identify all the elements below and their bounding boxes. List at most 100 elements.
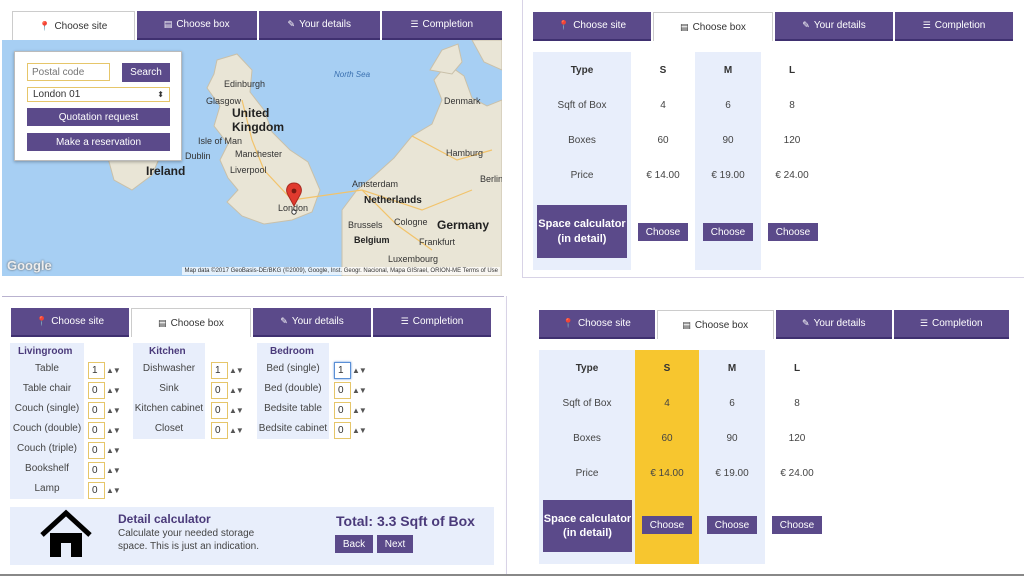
- size-sqft: 8: [794, 398, 800, 409]
- type-header: Type: [575, 363, 599, 374]
- size-boxes: 90: [726, 433, 738, 444]
- choose-box-selected-panel: 📍 Choose site ▤ Choose box ✎ Your details ☰…: [506, 296, 1024, 576]
- quantity-stepper-icon[interactable]: ▲▼: [352, 366, 367, 375]
- tab-choose-site[interactable]: 📍 Choose site: [539, 310, 655, 339]
- quantity-stepper-icon[interactable]: ▲▼: [106, 466, 121, 475]
- row-label: Boxes: [568, 135, 596, 146]
- total-sqft: Total: 3.3 Sqft of Box: [336, 513, 475, 529]
- quantity-input[interactable]: [334, 382, 351, 399]
- choose-m-button[interactable]: Choose: [703, 223, 753, 241]
- quantity-stepper-icon[interactable]: ▲▼: [106, 406, 121, 415]
- quantity-input[interactable]: [334, 422, 351, 439]
- item-label: Couch (triple): [16, 443, 78, 454]
- quantity-input[interactable]: [88, 382, 105, 399]
- quantity-input[interactable]: [88, 362, 105, 379]
- quantity-stepper-icon[interactable]: ▲▼: [229, 406, 244, 415]
- search-button[interactable]: Search: [122, 63, 170, 82]
- tab-choose-site[interactable]: 📍 Choose site: [11, 308, 129, 337]
- location-select[interactable]: London 01 ⬍: [27, 87, 170, 102]
- kitchen-title: Kitchen: [149, 346, 186, 357]
- quantity-stepper-icon[interactable]: ▲▼: [106, 446, 121, 455]
- tab-your-details[interactable]: ✎ Your details: [776, 310, 892, 339]
- map-label: Luxembourg: [388, 254, 439, 264]
- tab-your-details[interactable]: ✎ Your details: [259, 11, 380, 40]
- quantity-input[interactable]: [334, 362, 351, 379]
- quantity-input[interactable]: [88, 482, 105, 499]
- choose-s-button[interactable]: Choose: [642, 516, 692, 534]
- size-column-s: S 4 60 € 14.00 Choose: [631, 52, 695, 270]
- postal-code-input[interactable]: [27, 63, 110, 81]
- archive-box-icon: ▤: [163, 19, 173, 29]
- map-label: Cologne: [394, 217, 428, 227]
- map-label: Amsterdam: [352, 179, 399, 189]
- choose-m-button[interactable]: Choose: [707, 516, 757, 534]
- size-header: M: [723, 65, 733, 76]
- size-boxes: 120: [788, 433, 806, 444]
- quantity-input[interactable]: [211, 402, 228, 419]
- quantity-input[interactable]: [211, 382, 228, 399]
- space-calculator-button[interactable]: Space calculator (in detail): [543, 500, 632, 552]
- quantity-input[interactable]: [88, 442, 105, 459]
- step-tabs: 📍 Choose site ▤ Choose box ✎ Your details ☰…: [539, 310, 1009, 339]
- tab-your-details[interactable]: ✎ Your details: [775, 12, 893, 41]
- make-reservation-button[interactable]: Make a reservation: [27, 133, 170, 151]
- space-calculator-button[interactable]: Space calculator (in detail): [537, 205, 627, 258]
- choose-s-button[interactable]: Choose: [638, 223, 688, 241]
- quantity-input[interactable]: [211, 422, 228, 439]
- quantity-input[interactable]: [88, 462, 105, 479]
- quantity-stepper-icon[interactable]: ▲▼: [352, 386, 367, 395]
- tab-choose-site[interactable]: 📍 Choose site: [533, 12, 651, 41]
- row-label: Price: [575, 468, 599, 479]
- size-sqft: 4: [660, 100, 666, 111]
- edit-icon: ✎: [802, 20, 810, 30]
- detail-calculator-summary: Detail calculator Calculate your needed …: [10, 507, 494, 565]
- quantity-input[interactable]: [88, 422, 105, 439]
- choose-l-button[interactable]: Choose: [772, 516, 822, 534]
- tab-completion[interactable]: ☰ Completion: [893, 310, 1009, 339]
- quantity-stepper-icon[interactable]: ▲▼: [352, 426, 367, 435]
- map-label: Liverpool: [230, 165, 267, 175]
- archive-box-icon: ▤: [680, 21, 689, 32]
- tab-choose-box[interactable]: ▤ Choose box: [653, 12, 773, 41]
- tab-your-details[interactable]: ✎ Your details: [253, 308, 371, 337]
- quantity-input[interactable]: [88, 402, 105, 419]
- tab-choose-box[interactable]: ▤ Choose box: [656, 310, 774, 339]
- map-label: Brussels: [348, 220, 383, 230]
- detail-calculator-panel: 📍 Choose site ▤ Choose box ✎ Your details ☰…: [2, 296, 504, 576]
- tab-choose-site[interactable]: 📍 Choose site: [12, 11, 135, 40]
- row-label: Price: [570, 170, 594, 181]
- map-label: United Kingdom: [232, 106, 284, 134]
- tab-label: Your details: [813, 318, 866, 329]
- quantity-input[interactable]: [334, 402, 351, 419]
- next-button[interactable]: Next: [377, 535, 413, 553]
- quantity-stepper-icon[interactable]: ▲▼: [106, 486, 121, 495]
- quantity-stepper-icon[interactable]: ▲▼: [106, 366, 121, 375]
- quantity-stepper-icon[interactable]: ▲▼: [352, 406, 367, 415]
- tab-choose-box[interactable]: ▤ Choose box: [136, 11, 257, 40]
- quantity-stepper-icon[interactable]: ▲▼: [229, 426, 244, 435]
- tab-choose-box[interactable]: ▤ Choose box: [131, 308, 251, 337]
- quantity-input[interactable]: [211, 362, 228, 379]
- archive-box-icon: ▤: [158, 317, 167, 328]
- quantity-stepper-icon[interactable]: ▲▼: [229, 366, 244, 375]
- back-button[interactable]: Back: [335, 535, 373, 553]
- choose-l-button[interactable]: Choose: [768, 223, 818, 241]
- tab-completion[interactable]: ☰ Completion: [381, 11, 502, 40]
- tab-label: Choose site: [577, 318, 631, 329]
- quantity-stepper-icon[interactable]: ▲▼: [106, 386, 121, 395]
- tab-completion[interactable]: ☰ Completion: [895, 12, 1013, 41]
- map-label: Frankfurt: [419, 237, 456, 247]
- tab-completion[interactable]: ☰ Completion: [373, 308, 491, 337]
- quotation-request-button[interactable]: Quotation request: [27, 108, 170, 126]
- size-price: € 19.00: [711, 170, 745, 181]
- item-label: Bedsite table: [264, 403, 322, 414]
- livingroom-title: Livingroom: [18, 346, 73, 357]
- size-price: € 24.00: [775, 170, 809, 181]
- map-marker-icon: 📍: [562, 318, 574, 328]
- edit-icon: ✎: [802, 318, 810, 328]
- box-size-table: Type Sqft of Box Boxes Price Space calcu…: [539, 350, 829, 564]
- quantity-stepper-icon[interactable]: ▲▼: [229, 386, 244, 395]
- quantity-stepper-icon[interactable]: ▲▼: [106, 426, 121, 435]
- tab-label: Choose box: [692, 21, 746, 33]
- map-attribution[interactable]: Map data ©2017 GeoBasis-DE/BKG (©2009), …: [182, 267, 500, 275]
